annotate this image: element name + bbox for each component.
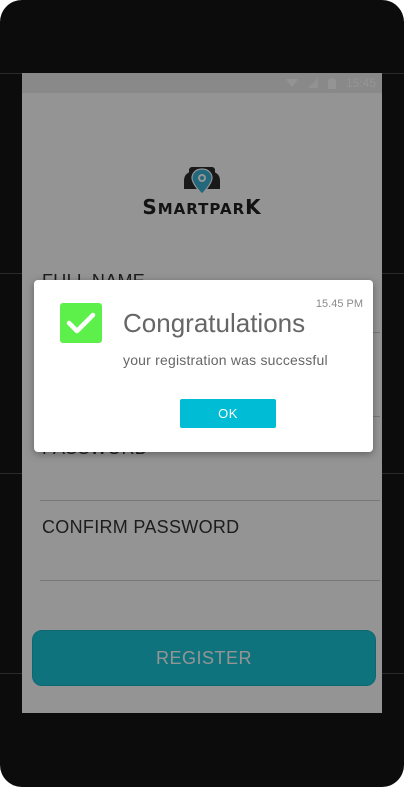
frame-divider	[382, 473, 404, 474]
frame-divider	[382, 673, 404, 674]
frame-divider	[0, 473, 22, 474]
dialog-timestamp: 15.45 PM	[315, 298, 363, 310]
frame-divider	[0, 273, 22, 274]
dialog-message: your registration was successful	[123, 352, 328, 368]
ok-button[interactable]: OK	[180, 399, 276, 428]
success-dialog: 15.45 PM Congratulations your registrati…	[34, 280, 373, 452]
frame-divider	[382, 273, 404, 274]
phone-frame: 15:45 SMARTPARK FULL NAME	[0, 0, 404, 787]
frame-divider	[0, 673, 22, 674]
frame-divider	[382, 73, 404, 74]
checkmark-icon	[60, 303, 102, 343]
frame-divider	[0, 73, 22, 74]
dialog-title: Congratulations	[123, 308, 306, 338]
